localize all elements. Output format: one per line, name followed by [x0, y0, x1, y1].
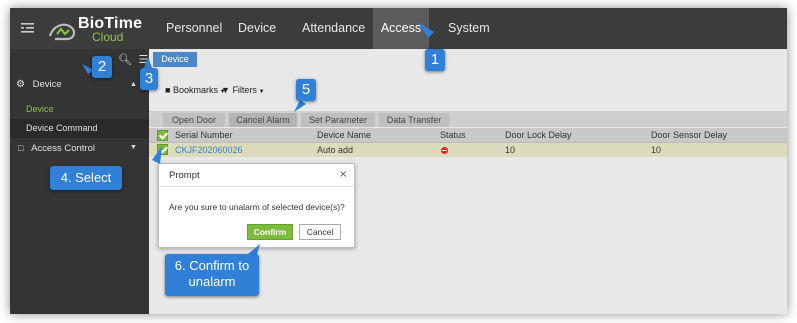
callout-6: 6. Confirm to unalarm [165, 254, 259, 296]
app-window: BioTime Cloud Personnel Device Attendanc… [10, 8, 787, 314]
callout-4-pointer [152, 146, 162, 164]
callout-2: 2 [92, 56, 112, 78]
callout-5: 5 [296, 79, 316, 101]
callout-4: 4. Select [50, 166, 122, 190]
callout-3-pointer [144, 56, 152, 68]
callout-6-line1: 6. Confirm to [174, 258, 250, 273]
callout-5-pointer [294, 100, 306, 112]
callout-arrows [82, 22, 434, 258]
callout-3: 3 [140, 68, 158, 90]
callout-1: 1 [425, 49, 445, 71]
callout-1-pointer [418, 22, 434, 38]
callout-6-line2: unalarm [188, 274, 236, 289]
